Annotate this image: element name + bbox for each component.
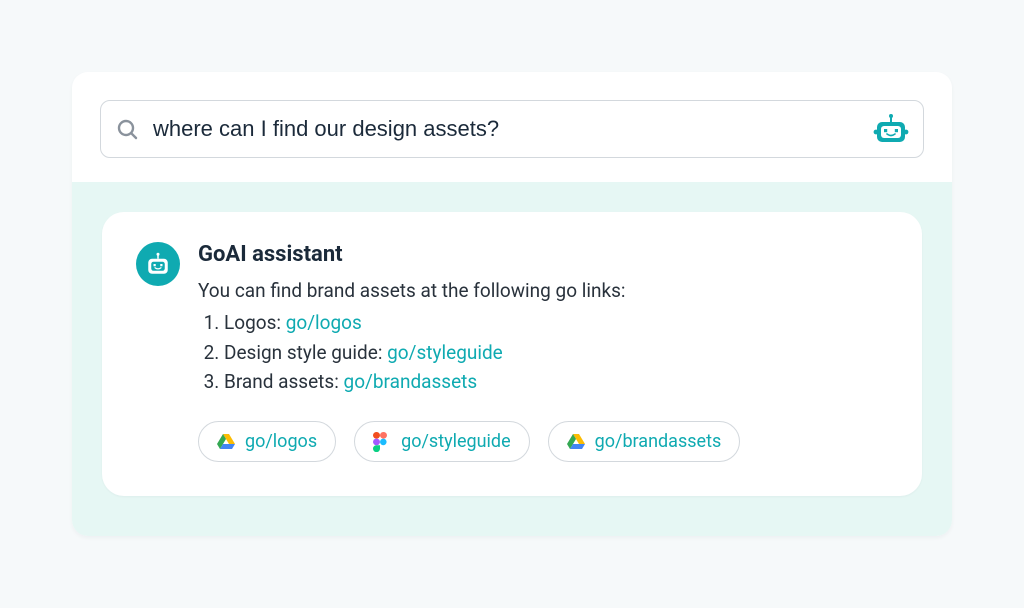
list-item-label: Brand assets: [224, 370, 344, 393]
chip-go-styleguide[interactable]: go/styleguide [354, 421, 530, 462]
go-link[interactable]: go/logos [286, 311, 362, 334]
figma-icon [373, 432, 391, 450]
assistant-name: GoAI assistant [198, 242, 888, 267]
assistant-robot-icon[interactable] [873, 113, 909, 145]
chip-go-brandassets[interactable]: go/brandassets [548, 421, 741, 462]
list-item-label: Logos: [224, 311, 286, 334]
go-link[interactable]: go/styleguide [387, 341, 503, 364]
search-icon [115, 117, 139, 141]
list-item: Design style guide: go/styleguide [224, 338, 888, 367]
search-field[interactable] [100, 100, 924, 158]
list-item-label: Design style guide: [224, 341, 387, 364]
list-item: Brand assets: go/brandassets [224, 367, 888, 396]
drive-icon [217, 432, 235, 450]
chip-label: go/styleguide [401, 431, 511, 452]
search-input[interactable] [153, 116, 859, 142]
chip-row: go/logos [198, 421, 888, 462]
go-link[interactable]: go/brandassets [344, 370, 478, 393]
chip-go-logos[interactable]: go/logos [198, 421, 336, 462]
drive-icon [567, 432, 585, 450]
result-panel: GoAI assistant You can find brand assets… [72, 182, 952, 535]
list-item: Logos: go/logos [224, 308, 888, 337]
answer-intro: You can find brand assets at the followi… [198, 279, 888, 302]
assistant-avatar [136, 242, 180, 286]
chip-label: go/logos [245, 431, 317, 452]
answer-list: Logos: go/logos Design style guide: go/s… [198, 308, 888, 396]
app-window: GoAI assistant You can find brand assets… [72, 72, 952, 535]
answer-card: GoAI assistant You can find brand assets… [102, 212, 922, 495]
search-row [72, 72, 952, 182]
chip-label: go/brandassets [595, 431, 722, 452]
